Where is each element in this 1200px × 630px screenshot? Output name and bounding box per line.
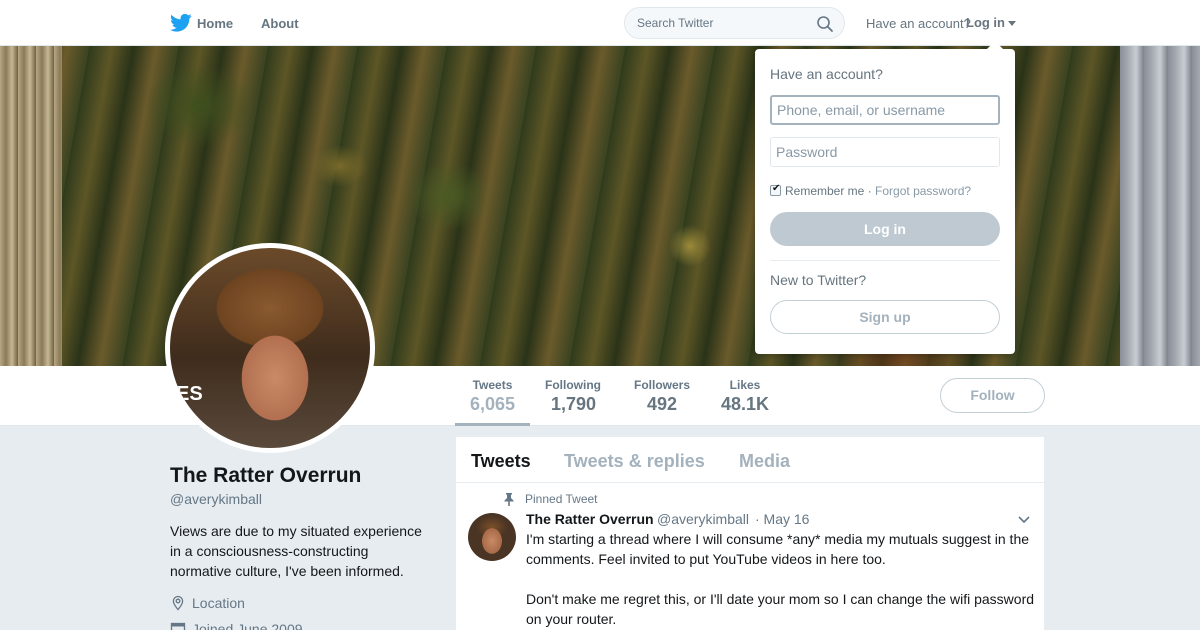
banner-frame-right — [1120, 46, 1200, 366]
calendar-icon — [170, 622, 186, 630]
search-box[interactable]: Search Twitter — [624, 7, 845, 39]
avatar-overlay-text: ES — [176, 383, 203, 405]
twitter-bird-icon[interactable] — [170, 13, 192, 33]
username-field[interactable] — [770, 95, 1000, 125]
password-field[interactable] — [770, 137, 1000, 167]
nav-home-link[interactable]: Home — [197, 16, 233, 31]
stat-value: 6,065 — [469, 394, 516, 414]
profile-name[interactable]: The Ratter Overrun — [170, 464, 361, 488]
new-to-twitter-text: New to Twitter? — [770, 272, 867, 288]
profile-joined: Joined June 2009 — [170, 621, 303, 630]
active-stat-underline — [455, 423, 530, 426]
signup-button[interactable]: Sign up — [770, 300, 1000, 334]
stat-likes[interactable]: Likes 48.1K — [716, 378, 774, 415]
profile-handle[interactable]: @averykimball — [170, 491, 262, 507]
tweet-paragraph: Don't make me regret this, or I'll date … — [526, 591, 1035, 627]
dropdown-arrow — [987, 41, 1003, 49]
banner-frame-left — [0, 46, 62, 366]
search-icon[interactable] — [816, 15, 834, 33]
timeline: Tweets Tweets & replies Media Pinned Twe… — [456, 437, 1044, 630]
remember-me-row: Remember me · Forgot password? — [770, 183, 971, 198]
search-input[interactable]: Search Twitter — [637, 16, 713, 30]
tweet-avatar[interactable] — [468, 513, 516, 561]
pinned-tweet-label: Pinned Tweet — [525, 492, 598, 506]
top-navigation: Home About Search Twitter Have an accoun… — [0, 0, 1200, 46]
profile-bio: Views are due to my situated experience … — [170, 523, 422, 579]
nav-about-link[interactable]: About — [261, 16, 299, 31]
tweet-author-handle[interactable]: @averykimball — [657, 511, 749, 527]
tab-tweets[interactable]: Tweets — [471, 451, 531, 472]
follow-button[interactable]: Follow — [940, 378, 1045, 413]
remember-me-label[interactable]: Remember me — [785, 184, 864, 198]
login-dropdown-toggle[interactable]: Log in — [966, 15, 1005, 30]
stat-tweets[interactable]: Tweets 6,065 — [455, 378, 530, 415]
location-pin-icon — [172, 595, 184, 611]
location-text: Location — [192, 595, 245, 611]
stat-value: 492 — [646, 394, 678, 414]
have-account-text: Have an account? — [866, 16, 971, 31]
stat-value: 48.1K — [720, 394, 770, 414]
pin-icon — [504, 493, 514, 506]
stat-label: Tweets — [472, 378, 513, 392]
tweet-paragraph: I'm starting a thread where I will consu… — [526, 531, 1030, 567]
login-button[interactable]: Log in — [770, 212, 1000, 246]
timeline-tabs: Tweets Tweets & replies Media — [456, 437, 1044, 483]
avatar-image: ES — [170, 248, 370, 448]
stat-label: Followers — [633, 378, 690, 392]
remember-me-checkbox[interactable] — [770, 183, 781, 196]
stat-label: Likes — [729, 378, 761, 392]
separator-dot: · — [867, 184, 872, 198]
tab-tweets-replies[interactable]: Tweets & replies — [564, 451, 705, 472]
tweet-date[interactable]: · May 16 — [755, 511, 809, 527]
profile-avatar[interactable]: ES — [165, 243, 375, 453]
profile-location: Location — [170, 595, 245, 611]
tweet-author-name[interactable]: The Ratter Overrun — [526, 511, 654, 527]
tweet-text: I'm starting a thread where I will consu… — [526, 529, 1036, 630]
dropdown-divider — [770, 260, 1000, 261]
login-dropdown: Have an account? Remember me · Forgot pa… — [755, 41, 1015, 354]
chevron-down-icon[interactable] — [1017, 515, 1031, 525]
dropdown-title: Have an account? — [770, 66, 883, 82]
tab-media[interactable]: Media — [739, 451, 790, 472]
joined-text: Joined June 2009 — [192, 621, 303, 630]
caret-down-icon[interactable] — [1008, 21, 1016, 26]
stat-followers[interactable]: Followers 492 — [628, 378, 696, 415]
forgot-password-link[interactable]: Forgot password? — [875, 184, 971, 198]
